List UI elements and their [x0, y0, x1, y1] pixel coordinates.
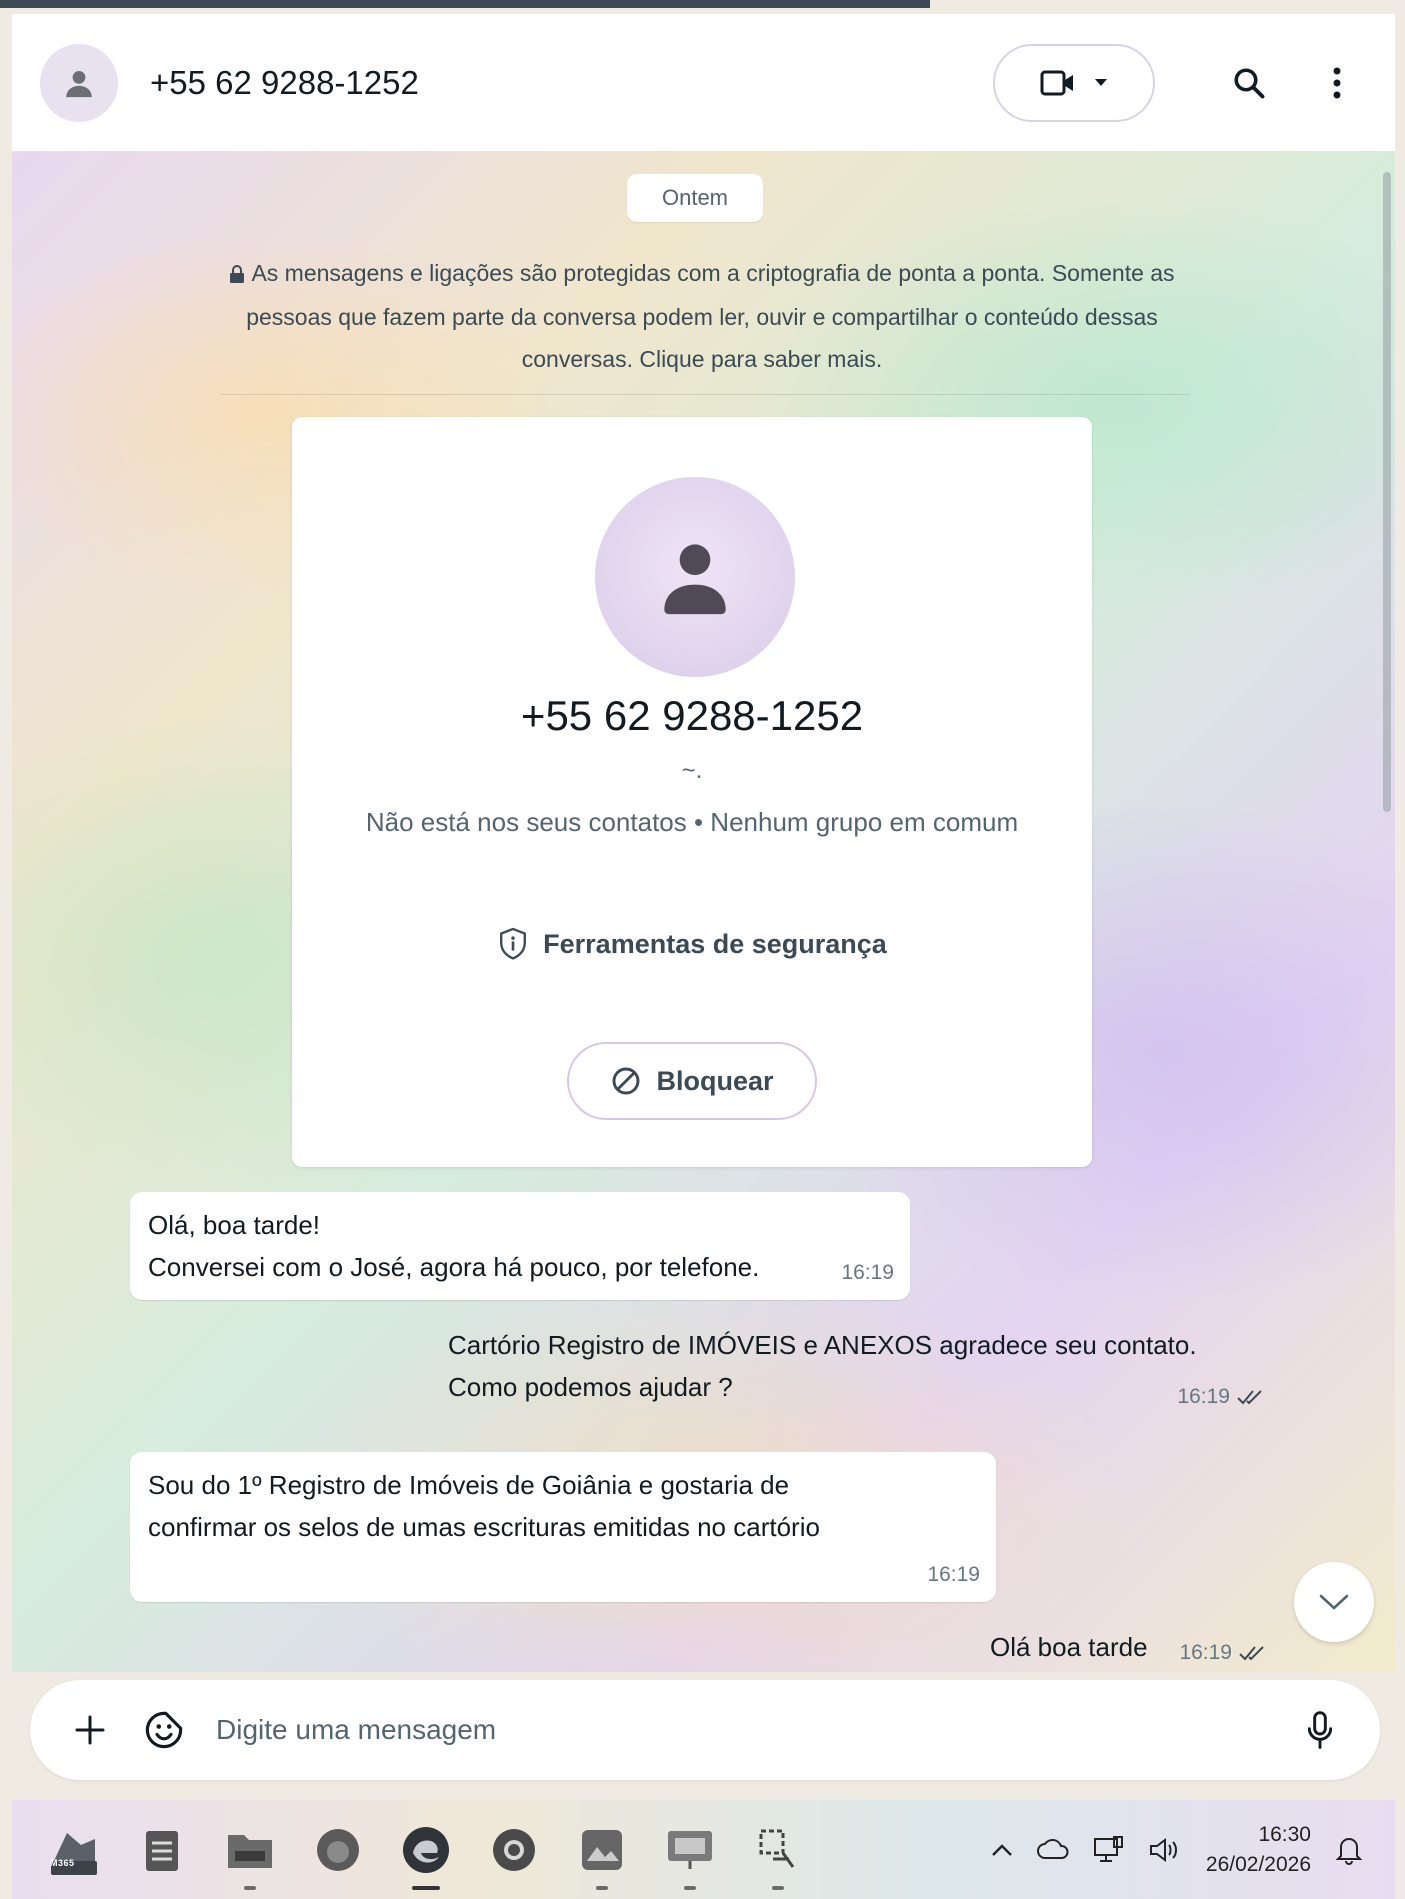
message-composer	[30, 1680, 1380, 1780]
notification-icon[interactable]	[1333, 1834, 1365, 1866]
m365-icon	[51, 1832, 97, 1875]
message-time: 16:19	[1177, 1376, 1264, 1418]
chevron-up-icon[interactable]	[990, 1842, 1014, 1858]
cloud-icon[interactable]	[1036, 1838, 1070, 1862]
message-text: Olá, boa tarde! Conversei com o José, ag…	[148, 1210, 760, 1282]
shield-icon	[500, 927, 527, 960]
volume-icon[interactable]	[1148, 1836, 1184, 1864]
contact-name[interactable]: +55 62 9288-1252	[150, 64, 993, 102]
snipping-tool-icon	[759, 1829, 795, 1868]
contact-avatar-large	[595, 477, 795, 677]
chevron-down-icon	[1319, 1594, 1349, 1610]
taskbar-app-edge[interactable]	[394, 1818, 458, 1890]
running-indicator	[596, 1885, 608, 1890]
notepad-icon	[146, 1830, 178, 1871]
voice-message-button[interactable]	[1292, 1702, 1348, 1758]
network-icon[interactable]	[1092, 1835, 1126, 1865]
message-incoming[interactable]: Olá, boa tarde! Conversei com o José, ag…	[130, 1192, 910, 1300]
taskbar-app-firefox[interactable]	[306, 1818, 370, 1882]
search-icon	[1234, 67, 1265, 98]
message-text: Cartório Registro de IMÓVEIS e ANEXOS ag…	[448, 1330, 1197, 1402]
firefox-icon	[317, 1828, 359, 1871]
message-outgoing[interactable]: Olá boa tarde 16:19	[972, 1614, 1282, 1670]
clock-date: 26/02/2026	[1205, 1852, 1311, 1876]
system-tray: 16:30 26/02/2026	[990, 1820, 1365, 1880]
emoji-button[interactable]	[136, 1702, 192, 1758]
taskbar-app-notepad[interactable]	[130, 1818, 194, 1882]
video-call-icon	[1040, 70, 1073, 95]
edge-icon	[403, 1826, 449, 1873]
block-label: Bloquear	[656, 1065, 774, 1096]
message-input[interactable]	[216, 1714, 1292, 1746]
message-time: 16:19	[1179, 1632, 1266, 1672]
safety-tools-label: Ferramentas de segurança	[543, 928, 887, 959]
contact-avatar[interactable]	[40, 43, 118, 122]
encryption-notice[interactable]: As mensagens e ligações são protegidas c…	[202, 252, 1202, 380]
contact-phone: +55 62 9288-1252	[520, 692, 864, 739]
message-text: Sou do 1º Registro de Imóveis de Goiânia…	[148, 1470, 820, 1542]
taskbar-app-explorer[interactable]	[218, 1818, 282, 1890]
taskbar-app-snipping[interactable]	[746, 1818, 810, 1890]
running-indicator	[772, 1885, 784, 1890]
taskbar-app-presentation[interactable]	[658, 1818, 722, 1890]
lock-icon	[229, 254, 245, 296]
double-check-icon	[1239, 1646, 1264, 1661]
running-indicator	[412, 1885, 440, 1890]
plus-icon	[75, 1715, 105, 1745]
taskbar-app-photos[interactable]	[570, 1818, 634, 1890]
date-separator: Ontem	[627, 174, 763, 222]
presentation-icon	[668, 1830, 712, 1869]
running-indicator	[244, 1885, 256, 1890]
chat-header: +55 62 9288-1252	[12, 14, 1395, 152]
os-taskbar: M365 16:30 26/02/2026	[12, 1800, 1395, 1899]
block-button[interactable]: Bloquear	[567, 1042, 817, 1120]
menu-button[interactable]	[1307, 53, 1367, 113]
contact-status: Não está nos seus contatos • Nenhum grup…	[365, 807, 1019, 837]
block-icon	[613, 1067, 640, 1095]
contact-info-card: +55 62 9288-1252 ~. Não está nos seus co…	[292, 417, 1092, 1167]
chat-panel[interactable]: Ontem As mensagens e ligações são proteg…	[12, 152, 1395, 1672]
message-time: 16:19	[841, 1261, 894, 1284]
message-incoming[interactable]: Sou do 1º Registro de Imóveis de Goiânia…	[130, 1452, 996, 1602]
avatar-icon	[66, 70, 92, 97]
dropdown-icon	[1095, 78, 1107, 86]
double-check-icon	[1237, 1390, 1262, 1405]
chat-scrollbar[interactable]	[1383, 172, 1391, 812]
safety-tools-link[interactable]: Ferramentas de segurança	[292, 927, 1092, 961]
folder-icon	[228, 1834, 272, 1868]
search-button[interactable]	[1219, 53, 1279, 113]
microphone-icon	[1307, 1711, 1333, 1749]
photos-icon	[582, 1829, 622, 1870]
contact-about: ~.	[681, 757, 703, 784]
encryption-notice-text: As mensagens e ligações são protegidas c…	[246, 260, 1175, 372]
avatar-icon	[664, 544, 726, 615]
taskbar-app-chrome[interactable]	[482, 1818, 546, 1882]
taskbar-app-m365[interactable]: M365	[42, 1818, 106, 1882]
scroll-to-bottom-button[interactable]	[1294, 1562, 1374, 1642]
m365-badge: M365	[50, 1857, 75, 1868]
sticker-icon	[145, 1711, 183, 1749]
chrome-icon	[493, 1828, 535, 1871]
message-time: 16:19	[927, 1563, 980, 1586]
attach-button[interactable]	[62, 1702, 118, 1758]
running-indicator	[684, 1885, 696, 1890]
clock-time: 16:30	[1258, 1822, 1311, 1846]
window-top-border	[0, 0, 930, 8]
video-call-button[interactable]	[993, 43, 1155, 122]
menu-icon	[1333, 67, 1341, 98]
message-outgoing[interactable]: Cartório Registro de IMÓVEIS e ANEXOS ag…	[430, 1312, 1280, 1424]
divider	[220, 394, 1190, 395]
clock[interactable]: 16:30 26/02/2026	[1206, 1820, 1311, 1880]
